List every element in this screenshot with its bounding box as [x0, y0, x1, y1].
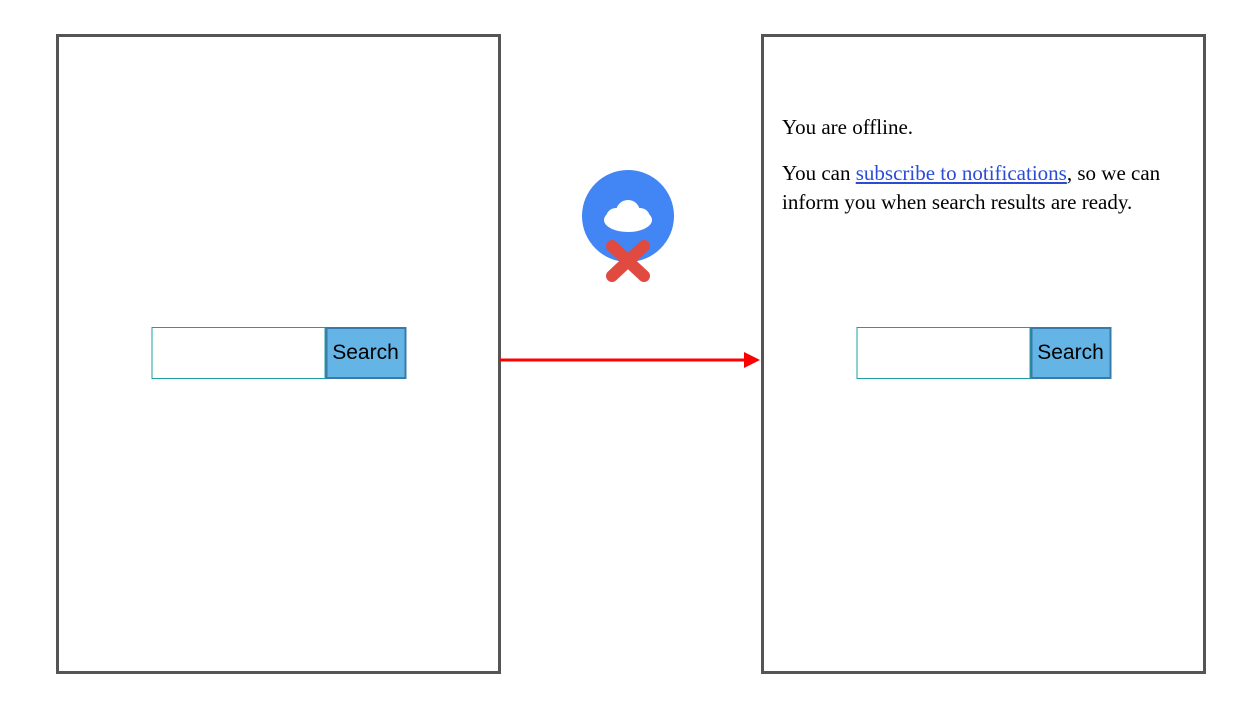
- offline-line2-prefix: You can: [782, 161, 856, 185]
- offline-line1: You are offline.: [782, 113, 1185, 141]
- search-button[interactable]: Search: [325, 327, 406, 379]
- search-group-left: Search: [151, 327, 406, 379]
- cloud-offline-icon: [580, 168, 676, 288]
- search-button[interactable]: Search: [1030, 327, 1111, 379]
- panel-after: You are offline. You can subscribe to no…: [761, 34, 1206, 674]
- search-input[interactable]: [151, 327, 325, 379]
- offline-line2: You can subscribe to notifications, so w…: [782, 159, 1185, 216]
- search-group-right: Search: [856, 327, 1111, 379]
- search-input[interactable]: [856, 327, 1030, 379]
- panel-before: Search: [56, 34, 501, 674]
- offline-message: You are offline. You can subscribe to no…: [782, 113, 1185, 234]
- subscribe-link[interactable]: subscribe to notifications: [856, 161, 1067, 185]
- arrow-right-icon: [500, 350, 760, 370]
